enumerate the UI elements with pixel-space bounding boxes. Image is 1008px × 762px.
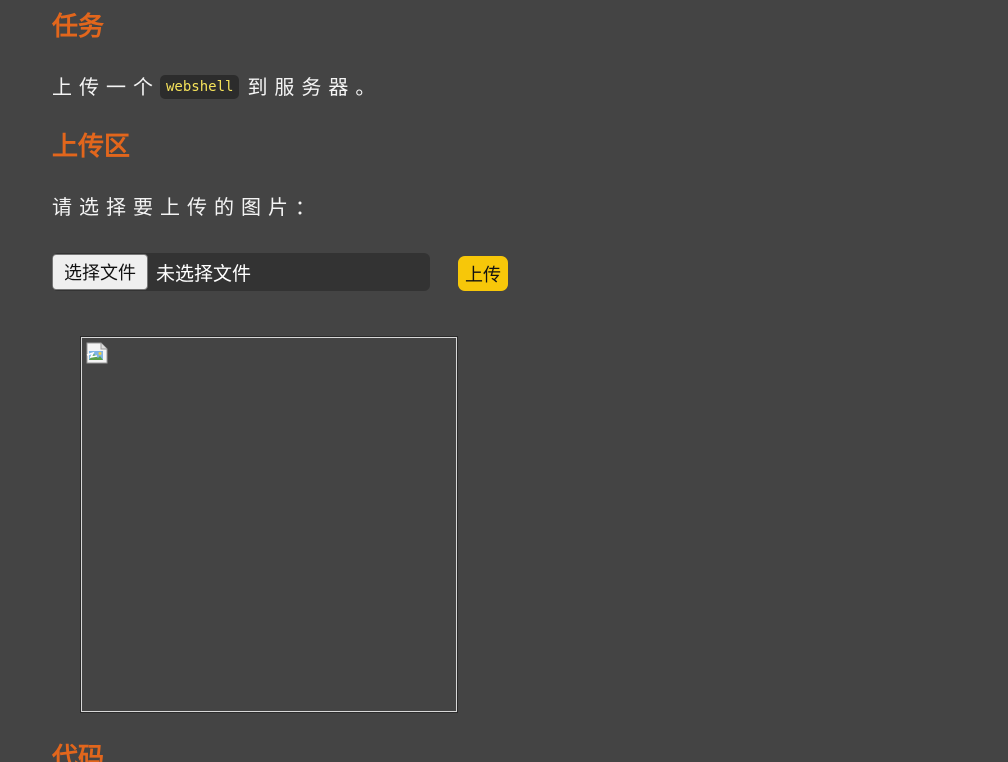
webshell-code: webshell	[160, 75, 240, 99]
upload-prompt: 请选择要上传的图片：	[52, 195, 322, 219]
code-heading: 代码	[52, 743, 105, 762]
no-file-label: 未选择文件	[156, 262, 252, 285]
task-text-before: 上传一个	[52, 75, 160, 99]
image-preview	[80, 336, 458, 713]
upload-heading: 上传区	[52, 132, 131, 162]
task-heading: 任务	[52, 12, 105, 42]
choose-file-button[interactable]: 选择文件	[52, 254, 148, 290]
upload-button[interactable]: 上传	[458, 256, 508, 291]
task-text-after: 到服务器。	[247, 75, 383, 99]
file-input[interactable]: 选择文件 未选择文件	[52, 253, 430, 291]
broken-image-icon	[86, 342, 108, 364]
task-description: 上传一个 webshell 到服务器。	[52, 73, 382, 101]
page: 任务 上传一个 webshell 到服务器。 上传区 请选择要上传的图片： 选择…	[0, 0, 1008, 762]
